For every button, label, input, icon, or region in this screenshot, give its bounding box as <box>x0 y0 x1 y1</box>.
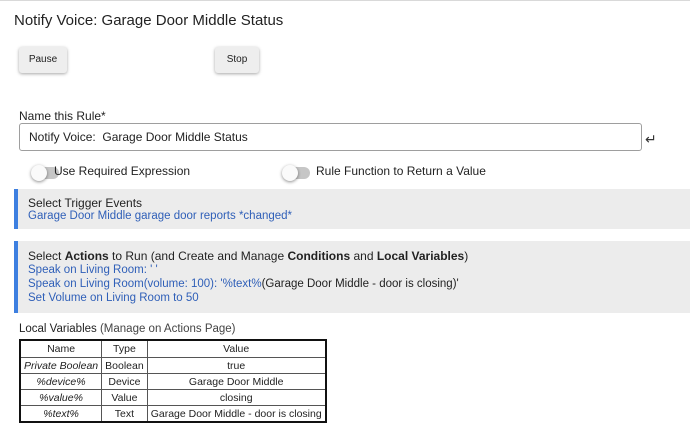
toggle-knob <box>282 165 298 181</box>
action-item-link[interactable]: Set Volume on Living Room to 50 <box>28 292 199 304</box>
action-item[interactable]: Speak on Living Room(volume: 100): '%tex… <box>28 278 459 290</box>
table-row: %text% Text Garage Door Middle - door is… <box>19 405 327 423</box>
action-item-link[interactable]: Speak on Living Room: ' ' <box>28 264 158 276</box>
rule-function-label: Rule Function to Return a Value <box>316 164 486 178</box>
table-row: Private Boolean Boolean true <box>19 357 327 374</box>
page-title: Notify Voice: Garage Door Middle Status <box>14 12 284 29</box>
actions-heading-text: ) <box>464 249 469 263</box>
actions-heading-text: and <box>350 249 377 263</box>
trigger-events-heading[interactable]: Select Trigger Events <box>28 196 142 210</box>
column-header-name: Name <box>19 339 103 358</box>
actions-heading[interactable]: Select Actions to Run (and Create and Ma… <box>28 249 468 263</box>
enter-return-icon[interactable]: ↵ <box>645 131 657 148</box>
variable-name: Private Boolean <box>19 357 103 374</box>
local-variables-caption: Local Variables (Manage on Actions Page) <box>19 323 236 335</box>
action-item[interactable]: Set Volume on Living Room to 50 <box>28 292 199 304</box>
rule-name-input[interactable] <box>19 123 642 151</box>
required-expression-label: Use Required Expression <box>54 164 191 178</box>
action-item-text: (Garage Door Middle - door is closing)' <box>261 278 459 290</box>
local-variables-title: Local Variables <box>19 323 97 335</box>
variable-type: Device <box>101 373 148 390</box>
stop-button[interactable]: Stop <box>215 47 259 73</box>
top-divider <box>0 0 690 1</box>
action-item[interactable]: Speak on Living Room: ' ' <box>28 264 158 276</box>
actions-heading-text: to Run (and Create and Manage <box>108 249 288 263</box>
variable-type: Text <box>101 405 148 423</box>
variable-name: %text% <box>19 405 103 423</box>
variable-value: Garage Door Middle - door is closing <box>146 405 327 423</box>
variable-value: Garage Door Middle <box>146 373 327 390</box>
pause-button[interactable]: Pause <box>19 47 67 73</box>
trigger-event-link[interactable]: Garage Door Middle garage door reports *… <box>28 210 292 222</box>
toggle-knob <box>31 165 47 181</box>
local-variables-subtitle: (Manage on Actions Page) <box>96 323 236 335</box>
variable-value: closing <box>146 389 327 406</box>
actions-heading-bold: Conditions <box>287 249 351 263</box>
variable-type: Value <box>101 389 148 406</box>
variable-name: %value% <box>19 389 103 406</box>
trigger-events-panel: Select Trigger Events Garage Door Middle… <box>14 189 690 229</box>
variable-name: %device% <box>19 373 103 390</box>
variable-type: Boolean <box>101 357 148 374</box>
actions-heading-text: Select <box>28 249 65 263</box>
actions-heading-bold: Actions <box>64 249 109 263</box>
table-row: %value% Value closing <box>19 389 327 406</box>
action-item-link[interactable]: Speak on Living Room(volume: 100): '%tex… <box>28 278 262 290</box>
table-header-row: Name Type Value <box>19 339 327 358</box>
rule-name-label: Name this Rule* <box>19 109 106 123</box>
column-header-value: Value <box>146 339 327 358</box>
actions-heading-bold: Local Variables <box>376 249 465 263</box>
table-row: %device% Device Garage Door Middle <box>19 373 327 390</box>
column-header-type: Type <box>101 339 148 358</box>
actions-panel: Select Actions to Run (and Create and Ma… <box>14 241 690 313</box>
rule-function-toggle[interactable] <box>282 165 310 181</box>
variable-value: true <box>146 357 327 374</box>
local-variables-table: Name Type Value Private Boolean Boolean … <box>19 339 327 423</box>
